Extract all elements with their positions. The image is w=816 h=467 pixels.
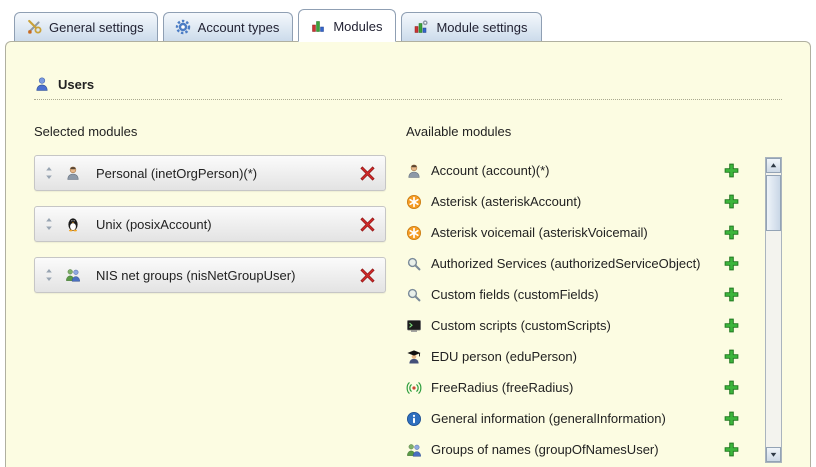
magnifier-icon [406, 256, 422, 272]
available-module-row: EDU person (eduPerson) [406, 341, 740, 372]
available-module-row: Groups of names (groupOfNamesUser) [406, 434, 740, 465]
module-label: NIS net groups (nisNetGroupUser) [90, 268, 350, 283]
available-modules-heading: Available modules [406, 124, 782, 139]
wrench-icon [26, 19, 42, 35]
penguin-icon [65, 216, 81, 232]
add-module-button[interactable] [723, 193, 740, 210]
triangle-down-icon [769, 450, 778, 459]
add-module-button[interactable] [723, 317, 740, 334]
remove-module-button[interactable] [359, 165, 376, 182]
edu-person-icon [406, 349, 422, 365]
available-module-row: FreeRadius (freeRadius) [406, 372, 740, 403]
available-modules-scrollbar[interactable] [765, 157, 782, 463]
available-module-row: General information (generalInformation) [406, 403, 740, 434]
modules-icon [310, 18, 326, 34]
group-icon [406, 442, 422, 458]
add-module-button[interactable] [723, 348, 740, 365]
add-module-button[interactable] [723, 410, 740, 427]
module-label: Custom fields (customFields) [431, 287, 599, 302]
person-icon [65, 165, 81, 181]
available-module-row: Asterisk voicemail (asteriskVoicemail) [406, 217, 740, 248]
available-module-row: Custom fields (customFields) [406, 279, 740, 310]
tab-bar: General settings Account types Modules M… [0, 0, 816, 41]
selected-modules-column: Selected modules Personal (inetOrgPerson… [34, 124, 386, 465]
module-label: Unix (posixAccount) [90, 217, 350, 232]
user-icon [34, 76, 50, 92]
available-modules-column: Available modules Account (account)(*) A… [406, 124, 782, 465]
section-title: Users [58, 77, 94, 92]
module-label: Asterisk (asteriskAccount) [431, 194, 581, 209]
remove-module-button[interactable] [359, 216, 376, 233]
available-module-row: Account (account)(*) [406, 155, 740, 186]
module-label: Custom scripts (customScripts) [431, 318, 611, 333]
group-icon [65, 267, 81, 283]
selected-module-row: Unix (posixAccount) [34, 206, 386, 242]
selected-module-row: Personal (inetOrgPerson)(*) [34, 155, 386, 191]
tab-account-types[interactable]: Account types [163, 12, 294, 41]
selected-modules-heading: Selected modules [34, 124, 386, 139]
module-label: FreeRadius (freeRadius) [431, 380, 573, 395]
drag-handle-icon[interactable] [42, 267, 56, 283]
scroll-down-button[interactable] [766, 447, 781, 462]
radio-waves-icon [406, 380, 422, 396]
add-module-button[interactable] [723, 286, 740, 303]
scrollbar-thumb[interactable] [766, 175, 781, 231]
available-module-row: Custom scripts (customScripts) [406, 310, 740, 341]
magnifier-icon [406, 287, 422, 303]
tab-label: General settings [49, 20, 144, 35]
module-label: Groups of names (groupOfNamesUser) [431, 442, 659, 457]
module-label: Personal (inetOrgPerson)(*) [90, 166, 350, 181]
module-label: EDU person (eduPerson) [431, 349, 577, 364]
tab-label: Module settings [436, 20, 527, 35]
module-label: General information (generalInformation) [431, 411, 666, 426]
person-icon [406, 163, 422, 179]
tab-label: Modules [333, 19, 382, 34]
tab-general-settings[interactable]: General settings [14, 12, 158, 41]
info-icon [406, 411, 422, 427]
tab-modules[interactable]: Modules [298, 9, 396, 42]
add-module-button[interactable] [723, 224, 740, 241]
drag-handle-icon[interactable] [42, 216, 56, 232]
module-label: Account (account)(*) [431, 163, 550, 178]
tab-label: Account types [198, 20, 280, 35]
asterisk-icon [406, 194, 422, 210]
add-module-button[interactable] [723, 441, 740, 458]
module-settings-icon [413, 19, 429, 35]
drag-handle-icon[interactable] [42, 165, 56, 181]
tab-module-settings[interactable]: Module settings [401, 12, 541, 41]
modules-columns: Selected modules Personal (inetOrgPerson… [34, 124, 782, 465]
terminal-icon [406, 318, 422, 334]
add-module-button[interactable] [723, 162, 740, 179]
gear-icon [175, 19, 191, 35]
scroll-up-button[interactable] [766, 158, 781, 173]
asterisk-icon [406, 225, 422, 241]
selected-module-row: NIS net groups (nisNetGroupUser) [34, 257, 386, 293]
users-section-heading: Users [34, 76, 782, 100]
module-label: Asterisk voicemail (asteriskVoicemail) [431, 225, 648, 240]
add-module-button[interactable] [723, 379, 740, 396]
module-label: Authorized Services (authorizedServiceOb… [431, 256, 701, 271]
remove-module-button[interactable] [359, 267, 376, 284]
content-panel: Users Selected modules Personal (inetOrg… [5, 41, 811, 467]
add-module-button[interactable] [723, 255, 740, 272]
triangle-up-icon [769, 161, 778, 170]
available-modules-list: Account (account)(*) Asterisk (asteriskA… [406, 155, 782, 465]
available-module-row: Asterisk (asteriskAccount) [406, 186, 740, 217]
available-module-row: Authorized Services (authorizedServiceOb… [406, 248, 740, 279]
